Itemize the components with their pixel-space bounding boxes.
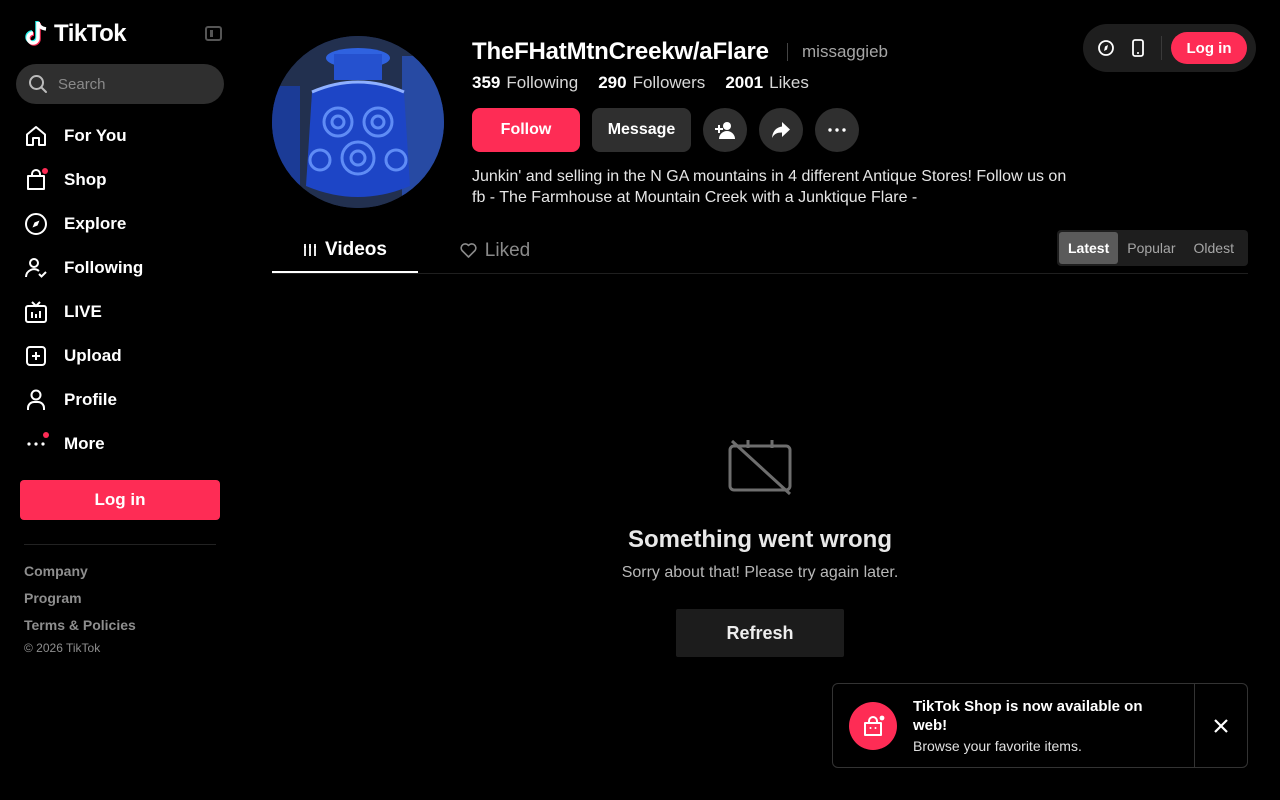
message-button[interactable]: Message	[592, 108, 691, 152]
broken-screen-icon	[728, 439, 792, 496]
logo-text: TikTok	[54, 20, 127, 47]
stat-value: 290	[598, 73, 627, 92]
notification-dot	[43, 432, 49, 438]
name-separator	[787, 43, 788, 61]
sidebar-item-label: Upload	[64, 346, 122, 365]
profile-actions: Follow Message	[472, 108, 859, 152]
tiktok-logo[interactable]: TikTok	[24, 20, 127, 48]
grid-lines-icon	[304, 243, 317, 256]
heart-icon	[460, 243, 477, 258]
sidebar-item-following[interactable]: Following	[20, 246, 220, 290]
collapse-sidebar-icon[interactable]	[205, 26, 222, 41]
sidebar-item-label: LIVE	[64, 302, 102, 321]
live-tv-icon	[25, 301, 47, 323]
search-icon	[29, 75, 47, 93]
sidebar-item-profile[interactable]: Profile	[20, 378, 220, 422]
header-separator	[1161, 36, 1162, 60]
footer-link-company[interactable]: Company	[24, 562, 136, 589]
footer-links: Company Program Terms & Policies	[24, 562, 136, 643]
sidebar-item-more[interactable]: More	[20, 422, 220, 466]
sidebar-item-label: More	[64, 434, 105, 453]
close-icon	[1214, 718, 1228, 733]
sidebar-item-upload[interactable]: Upload	[20, 334, 220, 378]
share-button[interactable]	[759, 108, 803, 152]
profile-bio: Junkin' and selling in the N GA mountain…	[472, 168, 1067, 206]
tab-label: Videos	[325, 238, 387, 260]
stat-value: 2001	[725, 73, 764, 92]
sidebar-item-for-you[interactable]: For You	[20, 114, 220, 158]
header-login-button[interactable]: Log in	[1171, 32, 1247, 64]
sidebar-item-label: For You	[64, 126, 127, 145]
more-options-button[interactable]	[815, 108, 859, 152]
footer-link-program[interactable]: Program	[24, 589, 136, 616]
sidebar-nav: For You Shop Explore Following LIVE Uplo…	[20, 114, 220, 466]
add-friend-button[interactable]	[703, 108, 747, 152]
stat-value: 359	[472, 73, 501, 92]
compass-icon	[25, 213, 47, 235]
profile-stats: 359 Following 290 Followers 2001 Likes	[472, 73, 809, 93]
user-icon	[27, 389, 45, 410]
sidebar-login-button[interactable]: Log in	[20, 480, 220, 520]
sort-toggle: Latest Popular Oldest	[1057, 230, 1248, 266]
sidebar-item-label: Following	[64, 258, 144, 277]
error-subtitle: Sorry about that! Please try again later…	[621, 564, 899, 581]
following-users-icon	[25, 258, 47, 278]
avatar[interactable]	[272, 36, 444, 208]
sort-latest[interactable]: Latest	[1059, 232, 1119, 264]
toast-title: TikTok Shop is now available on web!	[913, 698, 1143, 734]
stat-label: Following	[506, 73, 579, 92]
sidebar-item-explore[interactable]: Explore	[20, 202, 220, 246]
refresh-button[interactable]: Refresh	[676, 609, 844, 657]
more-horizontal-icon	[828, 128, 846, 132]
sidebar-item-live[interactable]: LIVE	[20, 290, 220, 334]
coins-icon[interactable]	[1095, 37, 1117, 59]
sort-popular[interactable]: Popular	[1118, 232, 1184, 264]
tab-label: Liked	[484, 239, 531, 261]
shop-toast: TikTok Shop is now available on web! Bro…	[832, 683, 1248, 768]
toast-subtitle: Browse your favorite items.	[913, 738, 1082, 754]
sidebar: TikTok For You Shop Explore Following LI…	[0, 0, 240, 800]
stat-following[interactable]: 359 Following	[472, 73, 578, 93]
notification-dot	[42, 168, 48, 174]
profile-username: TheFHatMtnCreekw/aFlare	[472, 38, 769, 65]
header-actions: Log in	[1083, 24, 1256, 72]
sidebar-item-label: Explore	[64, 214, 127, 233]
stat-followers[interactable]: 290 Followers	[598, 73, 705, 93]
footer-link-terms[interactable]: Terms & Policies	[24, 616, 136, 643]
shop-bag-icon	[849, 702, 897, 750]
error-title: Something went wrong	[628, 526, 892, 553]
sidebar-item-label: Profile	[64, 390, 117, 409]
sidebar-divider	[24, 544, 216, 545]
tab-videos[interactable]: Videos	[272, 228, 418, 273]
sort-oldest[interactable]: Oldest	[1185, 232, 1243, 264]
tab-liked[interactable]: Liked	[436, 228, 554, 273]
close-toast-button[interactable]	[1195, 684, 1247, 767]
stat-likes: 2001 Likes	[725, 73, 809, 93]
follow-button[interactable]: Follow	[472, 108, 580, 152]
stat-label: Likes	[769, 73, 809, 92]
stat-label: Followers	[632, 73, 706, 92]
add-user-icon	[715, 122, 735, 139]
home-icon	[26, 126, 46, 146]
mobile-app-icon[interactable]	[1127, 37, 1149, 59]
share-icon	[772, 122, 790, 138]
plus-square-icon	[26, 346, 46, 366]
tiktok-logo-icon	[25, 21, 47, 46]
sidebar-item-label: Shop	[64, 170, 107, 189]
copyright: © 2026 TikTok	[24, 641, 101, 655]
search-bar[interactable]	[16, 64, 224, 104]
sidebar-item-shop[interactable]: Shop	[20, 158, 220, 202]
avatar-image	[272, 36, 444, 208]
profile-nickname: missaggieb	[802, 42, 888, 61]
search-input[interactable]	[58, 75, 208, 93]
